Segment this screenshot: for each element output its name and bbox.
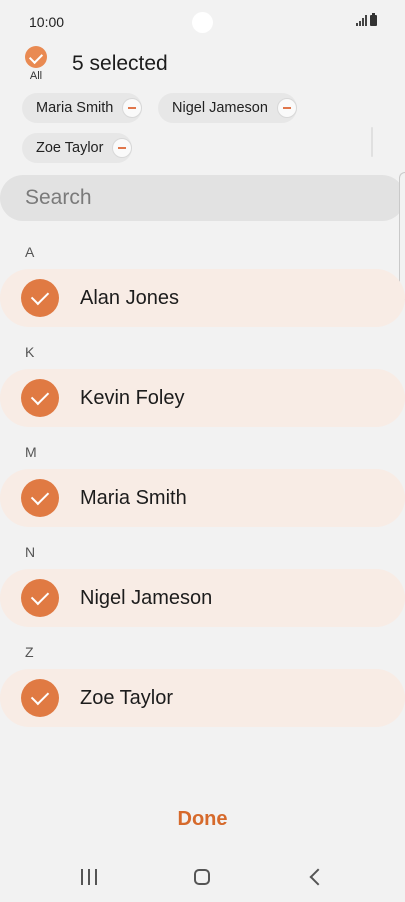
section-header: Z <box>25 644 34 660</box>
contact-name: Zoe Taylor <box>80 686 174 709</box>
contact-row[interactable]: Kevin Foley <box>0 369 405 427</box>
navigation-bar <box>0 852 405 902</box>
checked-icon[interactable] <box>21 379 59 417</box>
contact-name: Maria Smith <box>80 486 187 509</box>
status-time: 10:00 <box>29 14 65 30</box>
selected-chip[interactable]: Nigel Jameson <box>158 93 297 123</box>
select-all-label: All <box>29 70 43 82</box>
checked-icon[interactable] <box>21 279 59 317</box>
done-button[interactable]: Done <box>0 808 405 831</box>
section-header: M <box>25 444 37 460</box>
section-header: K <box>25 344 35 360</box>
contact-name: Alan Jones <box>80 286 179 309</box>
search-input[interactable]: Search <box>0 175 405 221</box>
status-bar: 10:00 <box>0 0 405 44</box>
contact-row[interactable]: Maria Smith <box>0 469 405 527</box>
back-icon[interactable] <box>309 868 327 886</box>
checked-icon[interactable] <box>21 679 59 717</box>
checkmark-icon <box>25 46 47 68</box>
section-header: N <box>25 544 36 560</box>
status-icons <box>356 13 377 26</box>
section-header: A <box>25 244 35 260</box>
remove-icon[interactable] <box>122 98 143 118</box>
chip-label: Zoe Taylor <box>36 140 104 156</box>
contact-row[interactable]: Nigel Jameson <box>0 569 405 627</box>
signal-icon <box>356 15 367 26</box>
select-all-checkbox[interactable]: All <box>24 46 48 82</box>
battery-icon <box>370 13 377 26</box>
contact-name: Kevin Foley <box>80 386 185 409</box>
home-icon[interactable] <box>194 869 210 885</box>
remove-icon[interactable] <box>276 98 297 118</box>
selected-count: 5 selected <box>72 52 168 75</box>
checked-icon[interactable] <box>21 479 59 517</box>
camera-cutout <box>192 12 213 33</box>
checked-icon[interactable] <box>21 579 59 617</box>
contact-name: Nigel Jameson <box>80 586 213 609</box>
contact-row[interactable]: Alan Jones <box>0 269 405 327</box>
recents-icon[interactable] <box>81 869 97 885</box>
chip-label: Nigel Jameson <box>172 100 268 116</box>
chip-label: Maria Smith <box>36 100 114 116</box>
remove-icon[interactable] <box>112 138 133 158</box>
search-placeholder: Search <box>25 186 92 209</box>
contact-row[interactable]: Zoe Taylor <box>0 669 405 727</box>
selected-chip[interactable]: Maria Smith <box>22 93 143 123</box>
selected-chip[interactable]: Zoe Taylor <box>22 133 133 163</box>
chip-scrollbar <box>371 127 373 157</box>
